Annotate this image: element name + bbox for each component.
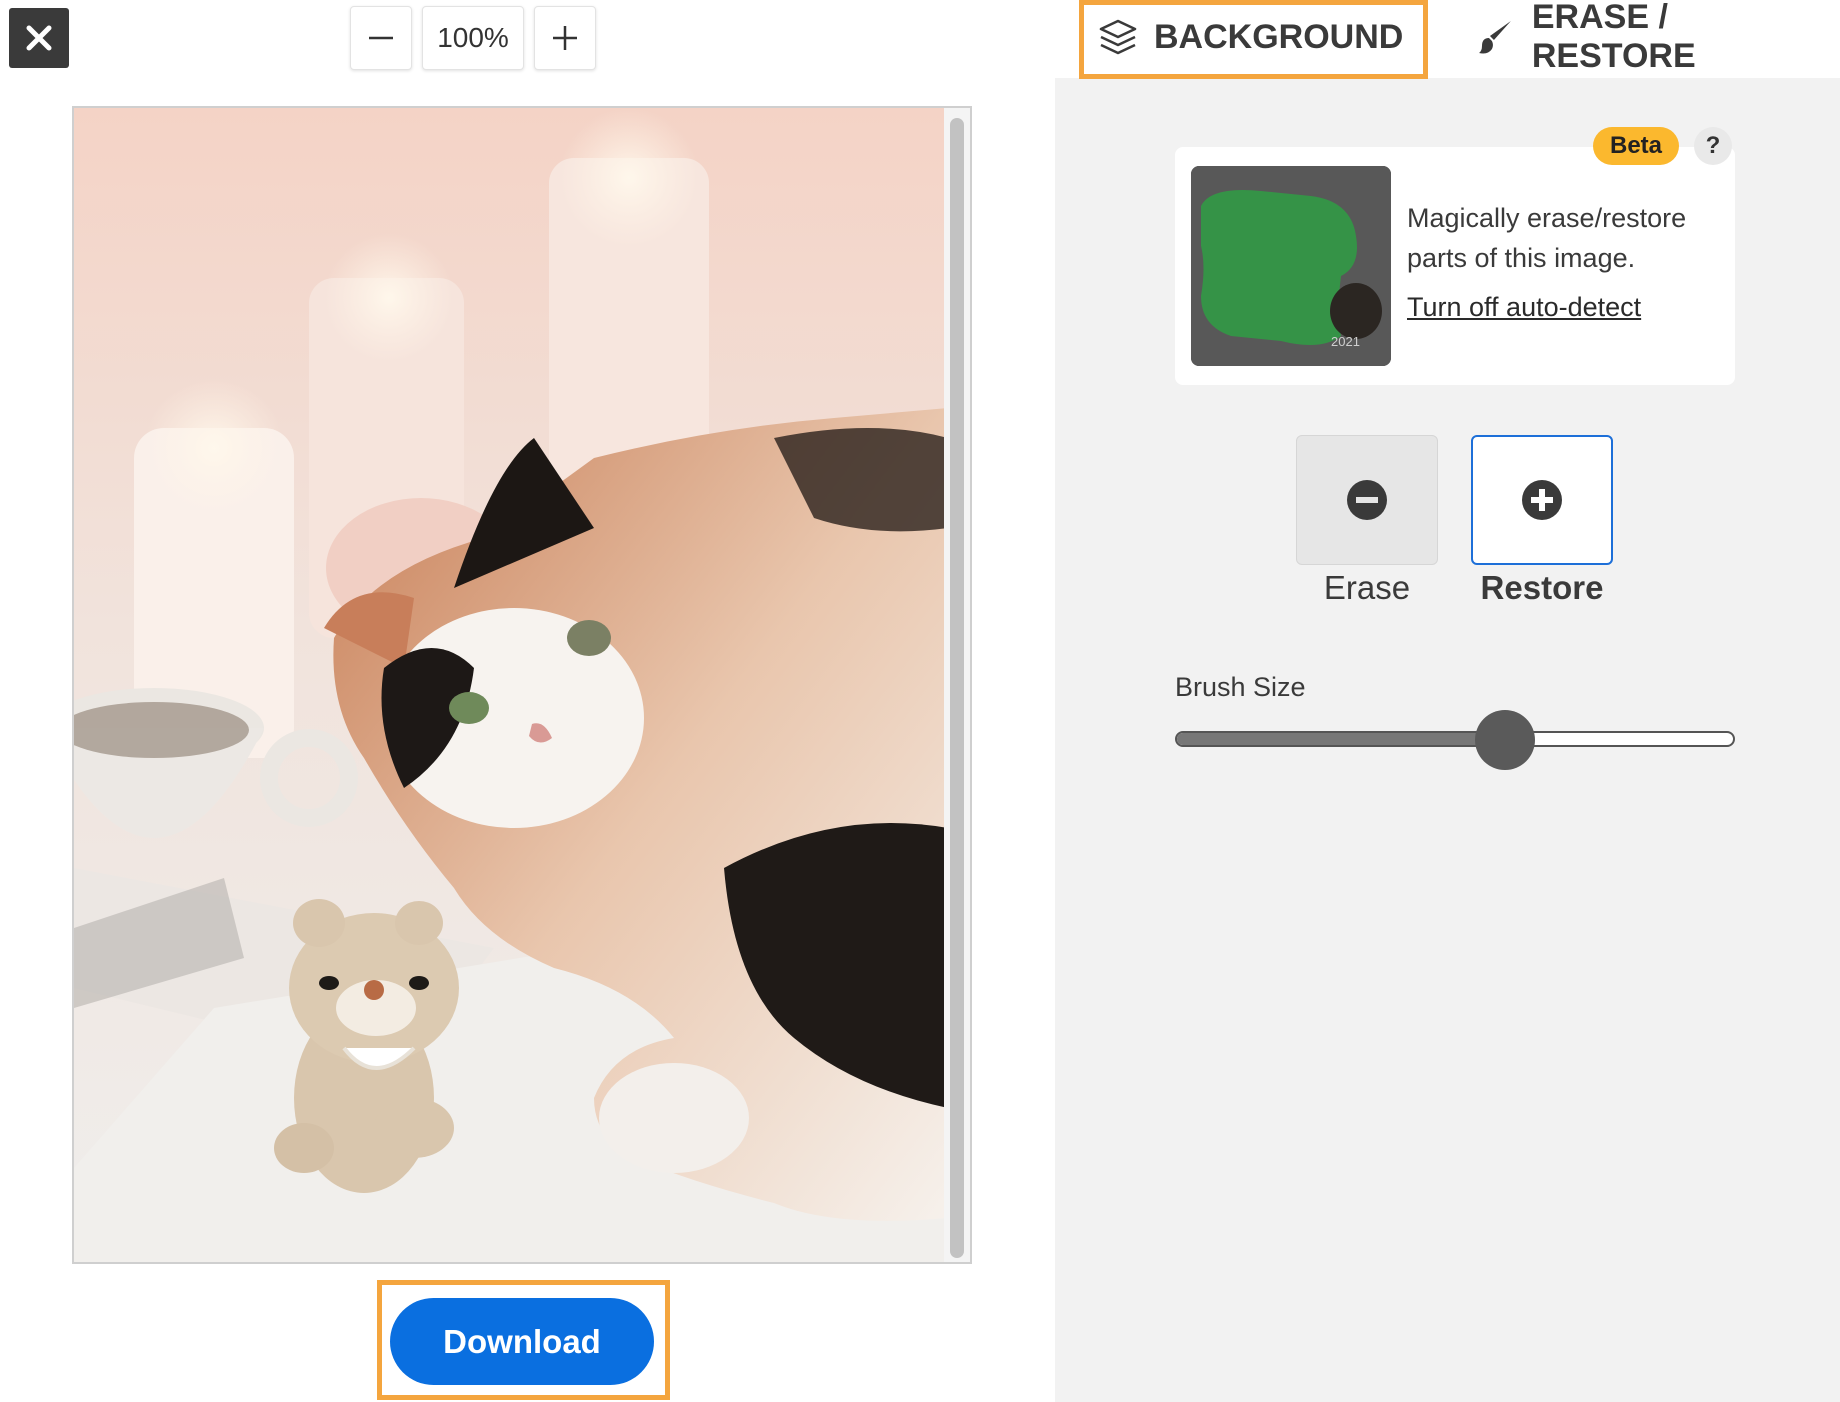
zoom-out-button[interactable] (350, 6, 412, 70)
zoom-level-display[interactable]: 100% (422, 6, 524, 70)
tab-erase-restore[interactable]: ERASE / RESTORE (1478, 0, 1840, 75)
brush-size-slider[interactable] (1175, 731, 1735, 747)
download-button[interactable]: Download (390, 1298, 654, 1385)
minus-circle-icon (1347, 480, 1387, 520)
tab-background[interactable]: BACKGROUND (1098, 12, 1403, 62)
minus-icon (369, 36, 393, 40)
restore-mode-button[interactable] (1471, 435, 1613, 565)
restore-mode-label: Restore (1480, 569, 1604, 606)
auto-detect-description: Magically erase/restore parts of this im… (1407, 203, 1687, 273)
plus-circle-icon (1522, 480, 1562, 520)
brush-size-knob[interactable] (1475, 710, 1536, 770)
zoom-in-button[interactable] (534, 6, 596, 70)
erase-mode-label: Erase (1323, 569, 1411, 606)
help-button[interactable]: ? (1694, 127, 1732, 165)
tab-erase-restore-label: ERASE / RESTORE (1531, 0, 1696, 75)
brush-size-label: Brush Size (1175, 672, 1306, 702)
brush-icon (1478, 21, 1511, 54)
erase-mode-button[interactable] (1296, 435, 1438, 565)
canvas-scrollbar-thumb[interactable] (950, 118, 964, 1258)
brush-size-fill (1177, 733, 1506, 745)
cat-photo (74, 108, 948, 1262)
mask-preview-thumbnail: 2021 (1191, 166, 1391, 366)
svg-text:2021: 2021 (1331, 334, 1360, 349)
image-canvas[interactable] (72, 106, 972, 1264)
canvas-scrollbar-track[interactable] (944, 108, 970, 1262)
plus-icon (553, 26, 577, 50)
turn-off-auto-detect-link[interactable]: Turn off auto-detect (1407, 292, 1641, 323)
layers-icon (1099, 19, 1137, 55)
tab-background-label: BACKGROUND (1154, 17, 1404, 56)
beta-badge: Beta (1593, 127, 1679, 165)
close-icon (26, 25, 52, 51)
close-button[interactable] (9, 8, 69, 68)
